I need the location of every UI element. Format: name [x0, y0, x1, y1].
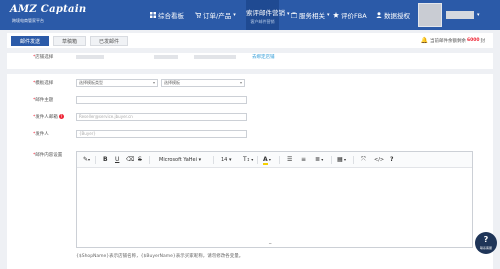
support-button[interactable]: ? 联系客服: [475, 232, 497, 254]
main-panel: 邮件发送 草稿箱 已发邮件 🔔 当前邮件余额剩余 6000 封 *店铺选择 去绑…: [7, 33, 493, 269]
ordered-list-icon[interactable]: ≡: [301, 156, 306, 163]
table-icon[interactable]: ▦ ▾: [337, 156, 346, 163]
strikethrough-button[interactable]: S: [138, 156, 142, 163]
brand-name: AMZ Captain: [10, 4, 87, 15]
variable-note: {$ShopName}表示店铺名称，{$BuyerName}表示买家昵称，请勿修…: [76, 254, 244, 259]
divider: [213, 156, 214, 164]
nav-orders[interactable]: 订单/产品 ▾: [195, 0, 236, 30]
divider: [7, 48, 493, 53]
eraser-icon[interactable]: ⌫: [126, 156, 134, 163]
sender-email-input[interactable]: Reseller@service.jbuyer.cn: [76, 113, 247, 121]
support-label: 联系客服: [479, 246, 492, 250]
dashboard-icon: [150, 12, 156, 18]
chevron-down-icon: ▾: [239, 80, 242, 85]
font-family-select[interactable]: Microsoft YaHei ▾: [159, 157, 201, 163]
unordered-list-icon[interactable]: ☰: [287, 156, 292, 163]
chevron-down-icon: ▾: [327, 12, 330, 18]
chevron-down-icon: ▾: [477, 12, 480, 18]
fullscreen-icon[interactable]: ⤧: [361, 156, 366, 164]
editor-toolbar: ✎▾ B U ⌫ S Microsoft YaHei ▾ 14 ▾ T↕ ▾ A…: [77, 152, 472, 168]
template-label: *模板选择: [33, 81, 54, 86]
top-navbar: AMZ Captain 跨境电商管家平台 综合看板 订单/产品 ▾ 索评邮件营销…: [0, 0, 500, 30]
nav-orders-label: 订单/产品: [203, 12, 232, 20]
line-height-icon[interactable]: T↕ ▾: [243, 156, 253, 163]
nav-authorization-label: 数据授权: [384, 12, 410, 20]
tab-drafts[interactable]: 草稿箱: [53, 36, 87, 46]
quota-prefix: 当前邮件余额剩余: [429, 38, 466, 44]
divider: [7, 69, 493, 74]
subject-input[interactable]: [76, 96, 247, 104]
quota-value: 6000: [466, 38, 480, 43]
cart-icon: [195, 12, 202, 18]
rich-text-editor[interactable]: ✎▾ B U ⌫ S Microsoft YaHei ▾ 14 ▾ T↕ ▾ A…: [76, 151, 473, 248]
code-view-icon[interactable]: </>: [374, 157, 384, 163]
sender-label: *发件人: [33, 132, 49, 137]
nav-email-marketing[interactable]: 索评邮件营销 ▾ 客户邮件营销: [246, 0, 290, 30]
nav-services[interactable]: 服务相关 ▾: [290, 0, 330, 30]
nav-email-marketing-label: 索评邮件营销 ▾: [246, 9, 290, 17]
nav-dashboard[interactable]: 综合看板: [150, 0, 184, 30]
text-color-button[interactable]: A ▾: [263, 156, 271, 165]
divider: [353, 156, 354, 164]
sender-email-label: *发件人邮箱?: [33, 114, 64, 120]
tab-sent[interactable]: 已发邮件: [90, 36, 129, 46]
email-tabs: 邮件发送 草稿箱 已发邮件: [11, 36, 132, 48]
nav-reviews[interactable]: 评价FBA: [333, 0, 367, 30]
brand-tagline: 跨境电商管家平台: [12, 18, 44, 23]
tab-send-email[interactable]: 邮件发送: [11, 36, 50, 46]
star-icon: [333, 12, 339, 18]
template-type-select[interactable]: 选择模板类型 ▾: [76, 79, 158, 87]
divider: [331, 156, 332, 164]
shop-label: *店铺选择: [33, 55, 54, 60]
question-icon: ?: [483, 235, 489, 244]
shop-option-redacted[interactable]: [194, 55, 236, 59]
nav-authorization[interactable]: 数据授权: [376, 0, 410, 30]
bold-button[interactable]: B: [103, 156, 108, 163]
sender-input[interactable]: {Buyer}: [76, 130, 247, 138]
subject-label: *邮件主题: [33, 98, 54, 103]
content-label: *邮件内容设置: [33, 153, 63, 158]
shop-option-redacted[interactable]: [154, 55, 178, 59]
quota-suffix: 封: [480, 38, 486, 44]
app-root: AMZ Captain 跨境电商管家平台 综合看板 订单/产品 ▾ 索评邮件营销…: [0, 0, 500, 269]
user-menu[interactable]: ▾: [418, 3, 480, 27]
quota-notice: 🔔 当前邮件余额剩余 6000 封: [420, 37, 485, 44]
template-select[interactable]: 选择模板 ▾: [161, 79, 245, 87]
magic-wand-icon[interactable]: ✎▾: [83, 156, 90, 163]
nav-dashboard-label: 综合看板: [158, 12, 184, 20]
briefcase-icon: [290, 11, 298, 19]
nav-email-marketing-sub: 客户邮件营销: [250, 19, 275, 24]
bell-icon: 🔔: [420, 37, 428, 44]
user-icon: [376, 12, 382, 18]
nav-services-label: 服务相关: [299, 12, 325, 20]
username-redacted: [446, 11, 474, 19]
shop-option-redacted[interactable]: [76, 55, 104, 59]
align-icon[interactable]: ≣ ▾: [315, 156, 323, 163]
underline-button[interactable]: U: [115, 156, 119, 163]
help-icon[interactable]: ?: [390, 156, 393, 163]
bind-shop-link[interactable]: 去绑定店铺: [252, 54, 275, 60]
chevron-down-icon: ▾: [152, 80, 155, 85]
divider: [279, 156, 280, 164]
avatar: [418, 3, 442, 27]
font-size-select[interactable]: 14 ▾: [221, 157, 231, 163]
divider: [149, 156, 150, 164]
divider: [257, 156, 258, 164]
divider: [95, 156, 96, 164]
nav-reviews-label: 评价FBA: [341, 12, 367, 20]
help-icon[interactable]: ?: [58, 114, 64, 119]
chevron-down-icon: ▾: [233, 12, 236, 18]
shop-list: 去绑定店铺: [76, 54, 275, 60]
resize-handle-icon[interactable]: ═: [269, 241, 271, 246]
